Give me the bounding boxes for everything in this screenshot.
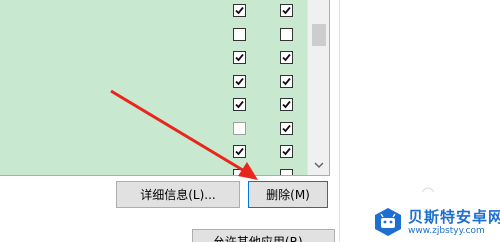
checkmark-icon bbox=[281, 52, 292, 63]
list-row[interactable] bbox=[0, 93, 307, 116]
public-network-checkbox[interactable] bbox=[280, 74, 293, 88]
faint-mark bbox=[421, 187, 435, 193]
checkmark-icon bbox=[234, 5, 245, 16]
checkmark-icon bbox=[234, 146, 245, 157]
watermark-title: 贝斯特安卓网 bbox=[408, 208, 500, 226]
public-network-checkbox[interactable] bbox=[280, 27, 293, 41]
checkmark-icon bbox=[281, 5, 292, 16]
screenshot: 详细信息(L)... 删除(M) 允许其他应用(R)... 贝斯特安卓网 www… bbox=[0, 0, 500, 242]
delete-button[interactable]: 删除(M) bbox=[248, 181, 328, 208]
allow-other-app-button[interactable]: 允许其他应用(R)... bbox=[192, 229, 335, 242]
checkmark-icon bbox=[234, 52, 245, 63]
checkmark-icon bbox=[234, 76, 245, 87]
checkmark-icon bbox=[281, 99, 292, 110]
private-network-checkbox[interactable] bbox=[233, 145, 246, 158]
public-network-checkbox[interactable] bbox=[280, 168, 293, 175]
public-network-checkbox[interactable] bbox=[280, 145, 293, 158]
android-logo-icon bbox=[375, 208, 401, 236]
public-network-checkbox[interactable] bbox=[280, 121, 293, 135]
checkmark-icon bbox=[234, 99, 245, 110]
list-scrollbar[interactable] bbox=[307, 0, 329, 175]
list-row[interactable] bbox=[0, 117, 307, 140]
checkmark-icon bbox=[281, 76, 292, 87]
list-row[interactable] bbox=[0, 23, 307, 46]
public-network-checkbox[interactable] bbox=[280, 4, 293, 17]
private-network-checkbox[interactable] bbox=[233, 121, 246, 135]
firewall-apps-dialog: 详细信息(L)... 删除(M) 允许其他应用(R)... bbox=[0, 0, 340, 242]
details-button[interactable]: 详细信息(L)... bbox=[116, 181, 240, 208]
site-watermark: 贝斯特安卓网 www.zjbstyy.com bbox=[372, 204, 500, 242]
private-network-checkbox[interactable] bbox=[233, 74, 246, 88]
list-row[interactable] bbox=[0, 140, 307, 163]
allowed-apps-list[interactable] bbox=[0, 0, 330, 176]
private-network-checkbox[interactable] bbox=[233, 4, 246, 17]
list-row[interactable] bbox=[0, 46, 307, 69]
private-network-checkbox[interactable] bbox=[233, 168, 246, 175]
checkmark-icon bbox=[281, 123, 292, 134]
chevron-down-icon[interactable] bbox=[313, 159, 325, 171]
public-network-checkbox[interactable] bbox=[280, 51, 293, 64]
checkmark-icon bbox=[281, 146, 292, 157]
watermark-url: www.zjbstyy.com bbox=[408, 226, 485, 236]
private-network-checkbox[interactable] bbox=[233, 27, 246, 41]
list-row[interactable] bbox=[0, 164, 307, 175]
private-network-checkbox[interactable] bbox=[233, 51, 246, 64]
public-network-checkbox[interactable] bbox=[280, 98, 293, 111]
list-row[interactable] bbox=[0, 70, 307, 93]
scroll-thumb[interactable] bbox=[312, 24, 326, 46]
private-network-checkbox[interactable] bbox=[233, 98, 246, 111]
list-row[interactable] bbox=[0, 0, 307, 22]
allowed-apps-list-body bbox=[0, 0, 307, 175]
